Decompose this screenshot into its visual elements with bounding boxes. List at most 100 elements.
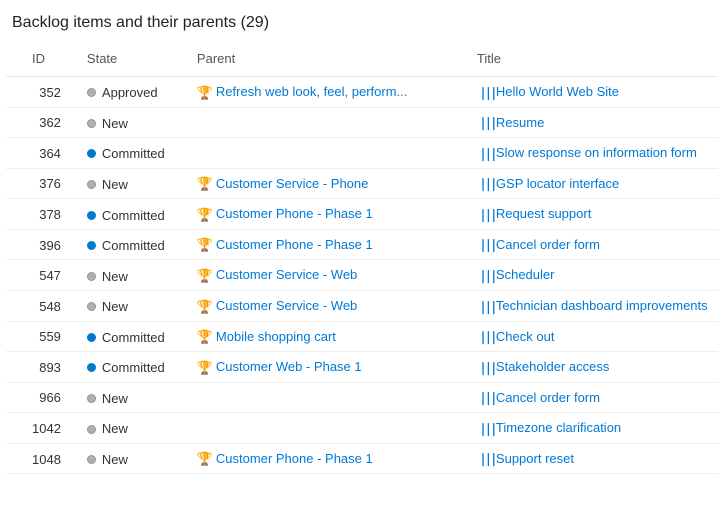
table-row[interactable]: 966New❙❙❙Cancel order form [6, 382, 718, 413]
backlog-item-icon: ❙❙❙ [480, 85, 488, 101]
cell-parent: 🏆 Customer Phone - Phase 1 [189, 229, 469, 260]
feature-icon: 🏆 [197, 360, 211, 376]
parent-link[interactable]: Mobile shopping cart [216, 329, 336, 344]
title-link[interactable]: Scheduler [496, 267, 555, 282]
table-row[interactable]: 378Committed🏆Customer Phone - Phase 1❙❙❙… [6, 199, 718, 230]
cell-title: ❙❙❙Support reset [469, 443, 718, 474]
title-link[interactable]: Resume [496, 115, 544, 130]
feature-icon: 🏆 [197, 85, 211, 101]
cell-title: ❙❙❙ Cancel order form [469, 229, 718, 260]
cell-title: ❙❙❙ Hello World Web Site [469, 77, 718, 108]
cell-id: 364 [6, 138, 79, 169]
title-link[interactable]: GSP locator interface [496, 176, 619, 191]
title-link[interactable]: Check out [496, 329, 555, 344]
cell-id: 559 [6, 321, 79, 352]
cell-parent: 🏆 Customer Phone - Phase 1 [189, 443, 469, 474]
cell-parent: 🏆 Mobile shopping cart [189, 321, 469, 352]
table-row[interactable]: 559Committed 🏆 Mobile shopping cart ❙❙❙Chec… [6, 321, 718, 352]
parent-link[interactable]: Customer Phone - Phase 1 [216, 451, 373, 466]
state-text: Committed [102, 208, 165, 223]
backlog-item-icon: ❙❙❙ [480, 176, 488, 192]
table-row[interactable]: 396 Committed 🏆 Customer Phone - Phase 1 ❙❙❙… [6, 229, 718, 260]
table-row[interactable]: 364 Committed ❙❙❙ Slow response on informat… [6, 138, 718, 169]
state-dot-icon [87, 88, 96, 97]
state-dot-icon [87, 333, 96, 342]
cell-title: ❙❙❙Timezone clarification [469, 413, 718, 444]
parent-link[interactable]: Customer Phone - Phase 1 [216, 206, 373, 221]
table-row[interactable]: 1042New❙❙❙Timezone clarification [6, 413, 718, 444]
table-row[interactable]: 893Committed🏆Customer Web - Phase 1❙❙❙St… [6, 352, 718, 383]
cell-state: New [79, 168, 189, 199]
state-dot-icon [87, 119, 96, 128]
parent-link[interactable]: Customer Service - Web [216, 267, 357, 282]
table-row[interactable]: 376New🏆Customer Service - Phone❙❙❙GSP lo… [6, 168, 718, 199]
title-link[interactable]: Slow response on information form [496, 145, 697, 160]
cell-parent [189, 413, 469, 444]
state-text: New [102, 116, 128, 131]
backlog-item-icon: ❙❙❙ [480, 237, 488, 253]
feature-icon: 🏆 [197, 329, 211, 345]
title-link[interactable]: Technician dashboard improvements [496, 298, 708, 313]
state-text: New [102, 422, 128, 437]
state-text: Committed [102, 238, 165, 253]
table-row[interactable]: 548New🏆Customer Service - Web❙❙❙Technici… [6, 290, 718, 321]
cell-state: New [79, 260, 189, 291]
parent-link[interactable]: Customer Service - Web [216, 298, 357, 313]
header-parent[interactable]: Parent [189, 46, 469, 77]
cell-id: 893 [6, 352, 79, 383]
cell-title: ❙❙❙Check out [469, 321, 718, 352]
cell-title: ❙❙❙ Technician dashboard improvements [469, 290, 718, 321]
cell-state: Committed [79, 352, 189, 383]
backlog-item-icon: ❙❙❙ [480, 115, 488, 131]
title-link[interactable]: Hello World Web Site [496, 84, 619, 99]
cell-title: ❙❙❙ GSP locator interface [469, 168, 718, 199]
feature-icon: 🏆 [197, 451, 211, 467]
state-dot-icon [87, 363, 96, 372]
backlog-table: ID State Parent Title 352Approved🏆Refres… [6, 46, 718, 474]
feature-icon: 🏆 [197, 207, 211, 223]
cell-state: Committed [79, 321, 189, 352]
header-row: ID State Parent Title [6, 46, 718, 77]
state-text: Committed [102, 146, 165, 161]
header-id[interactable]: ID [6, 46, 79, 77]
parent-link[interactable]: Customer Service - Phone [216, 176, 368, 191]
feature-icon: 🏆 [197, 237, 211, 253]
table-row[interactable]: 362New❙❙❙Resume [6, 107, 718, 138]
title-link[interactable]: Timezone clarification [496, 420, 621, 435]
backlog-item-icon: ❙❙❙ [480, 207, 488, 223]
feature-icon: 🏆 [197, 299, 211, 315]
cell-id: 1048 [6, 443, 79, 474]
parent-link[interactable]: Customer Web - Phase 1 [216, 359, 362, 374]
cell-id: 396 [6, 229, 79, 260]
cell-parent [189, 382, 469, 413]
cell-state: New [79, 413, 189, 444]
state-text: Approved [102, 85, 158, 100]
title-link[interactable]: Cancel order form [496, 237, 600, 252]
parent-link[interactable]: Refresh web look, feel, perform... [216, 84, 407, 99]
backlog-item-icon: ❙❙❙ [480, 146, 488, 162]
feature-icon: 🏆 [197, 176, 211, 192]
state-dot-icon [87, 272, 96, 281]
title-count: 29 [246, 14, 264, 31]
parent-link[interactable]: Customer Phone - Phase 1 [216, 237, 373, 252]
table-row[interactable]: 547New🏆Customer Service - Web❙❙❙Schedule… [6, 260, 718, 291]
cell-state: New [79, 382, 189, 413]
backlog-item-icon: ❙❙❙ [480, 390, 488, 406]
title-link[interactable]: Cancel order form [496, 390, 600, 405]
page-title: Backlog items and their parents (29) [12, 14, 718, 32]
state-text: New [102, 177, 128, 192]
title-link[interactable]: Stakeholder access [496, 359, 609, 374]
table-row[interactable]: 352Approved🏆Refresh web look, feel, perf… [6, 77, 718, 108]
feature-icon: 🏆 [197, 268, 211, 284]
table-row[interactable]: 1048New 🏆 Customer Phone - Phase 1 ❙❙❙Suppo… [6, 443, 718, 474]
cell-parent: 🏆 Customer Service - Web [189, 290, 469, 321]
title-link[interactable]: Request support [496, 206, 591, 221]
title-link[interactable]: Support reset [496, 451, 574, 466]
state-dot-icon [87, 211, 96, 220]
header-state[interactable]: State [79, 46, 189, 77]
cell-state: New [79, 443, 189, 474]
state-text: Committed [102, 360, 165, 375]
backlog-item-icon: ❙❙❙ [480, 299, 488, 315]
cell-parent: 🏆 Customer Phone - Phase 1 [189, 199, 469, 230]
header-title[interactable]: Title [469, 46, 718, 77]
